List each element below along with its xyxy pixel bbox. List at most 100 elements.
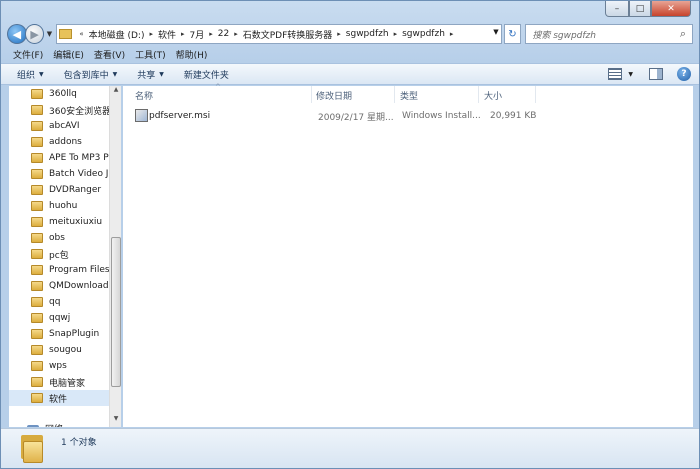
organize-label: 组织 xyxy=(17,70,36,81)
nav-folder-item[interactable]: obs xyxy=(31,230,111,246)
refresh-button[interactable]: ↻ xyxy=(503,24,522,44)
nav-folder-item[interactable]: qqwj xyxy=(31,310,111,326)
breadcrumb: « 本地磁盘 (D:) ▸ 软件 ▸ 7月 ▸ 22 ▸ 石数文PDF转换服务器… xyxy=(76,28,456,41)
nav-folder-item[interactable]: 电脑管家 xyxy=(31,374,111,390)
column-header: ^ 名称 修改日期 类型 大小 xyxy=(123,83,693,104)
search-input[interactable]: 搜索 sgwpdfzh ⌕ xyxy=(525,24,693,44)
folder-icon xyxy=(31,313,43,323)
nav-folder-item[interactable]: Batch Video Jo xyxy=(31,166,111,182)
menu-help[interactable]: 帮助(H) xyxy=(172,48,214,61)
chevron-right-icon[interactable]: ▸ xyxy=(146,30,156,38)
nav-folder-item[interactable]: huohu xyxy=(31,198,111,214)
nav-folder-item[interactable]: qq xyxy=(31,294,111,310)
nav-folder-item[interactable]: abcAVI xyxy=(31,118,111,134)
nav-folder-label: SnapPlugin xyxy=(49,329,100,339)
breadcrumb-item[interactable]: 石数文PDF转换服务器 xyxy=(241,28,335,41)
column-name[interactable]: 名称 xyxy=(135,89,153,102)
chevron-down-icon[interactable]: ▼ xyxy=(628,71,633,78)
nav-folder-item[interactable]: 360llq xyxy=(31,86,111,102)
chevron-right-icon[interactable]: ▸ xyxy=(206,30,216,38)
nav-folder-item[interactable]: addons xyxy=(31,134,111,150)
breadcrumb-item[interactable]: 22 xyxy=(216,29,231,39)
breadcrumb-item[interactable]: 7月 xyxy=(188,28,207,41)
file-row[interactable]: pdfserver.msi 2009/2/17 星期... Windows In… xyxy=(131,108,551,124)
maximize-button[interactable]: □ xyxy=(629,1,651,17)
nav-folder-item[interactable]: wps xyxy=(31,358,111,374)
preview-pane-icon[interactable] xyxy=(649,68,663,80)
menu-edit[interactable]: 编辑(E) xyxy=(49,48,90,61)
scroll-up-icon[interactable]: ▲ xyxy=(110,86,121,96)
include-in-library-button[interactable]: 包含到库中 ▼ xyxy=(64,68,118,81)
forward-button[interactable]: ▶ xyxy=(24,24,45,44)
close-button[interactable]: ✕ xyxy=(651,1,691,17)
explorer-window: – □ ✕ ◀ ▶ ▼ « 本地磁盘 (D:) ▸ 软件 ▸ 7月 ▸ 22 ▸… xyxy=(0,0,700,469)
folder-icon xyxy=(59,29,73,39)
column-divider[interactable] xyxy=(535,86,536,103)
breadcrumb-overflow[interactable]: « xyxy=(76,30,86,38)
nav-folder-item[interactable]: meituxiuxiu xyxy=(31,214,111,230)
address-bar[interactable]: « 本地磁盘 (D:) ▸ 软件 ▸ 7月 ▸ 22 ▸ 石数文PDF转换服务器… xyxy=(56,24,502,44)
search-icon[interactable]: ⌕ xyxy=(680,27,686,41)
chevron-right-icon[interactable]: ▸ xyxy=(231,30,241,38)
breadcrumb-item[interactable]: sgwpdfzh xyxy=(344,29,391,39)
change-view-icon[interactable] xyxy=(608,68,623,80)
installer-file-icon xyxy=(135,109,148,122)
nav-folder-item-selected[interactable]: 软件 xyxy=(9,390,109,406)
breadcrumb-item[interactable]: sgwpdfzh xyxy=(400,29,447,39)
nav-folder-item[interactable]: DVDRanger xyxy=(31,182,111,198)
column-divider[interactable] xyxy=(311,86,312,103)
folder-icon xyxy=(31,137,43,147)
nav-folder-label: DVDRanger xyxy=(49,185,102,195)
back-button[interactable]: ◀ xyxy=(7,24,27,44)
network-icon xyxy=(27,424,39,427)
nav-folder-label: addons xyxy=(49,137,82,147)
nav-folder-label: qqwj xyxy=(49,313,71,323)
nav-folder-label: 360llq xyxy=(49,89,77,99)
nav-folder-item[interactable]: pc包 xyxy=(31,246,111,262)
breadcrumb-item[interactable]: 本地磁盘 (D:) xyxy=(87,28,147,41)
nav-folder-label: sougou xyxy=(49,345,82,355)
folder-icon xyxy=(31,249,43,259)
menu-file[interactable]: 文件(F) xyxy=(9,48,49,61)
recent-pages-dropdown[interactable]: ▼ xyxy=(44,30,54,38)
nav-folder-label: Program Files xyxy=(49,265,110,275)
chevron-right-icon[interactable]: ▸ xyxy=(447,30,457,38)
navpane-scrollbar[interactable]: ▲ ▼ xyxy=(109,86,121,427)
search-placeholder: 搜索 sgwpdfzh xyxy=(532,30,596,41)
folder-icon xyxy=(31,265,43,275)
file-size: 20,991 KB xyxy=(490,111,537,121)
nav-folder-item[interactable]: SnapPlugin xyxy=(31,326,111,342)
nav-folder-label: 360安全浏览器 xyxy=(49,106,111,117)
nav-folder-item[interactable]: QMDownload xyxy=(31,278,111,294)
menu-tools[interactable]: 工具(T) xyxy=(131,48,172,61)
new-folder-button[interactable]: 新建文件夹 xyxy=(184,68,229,81)
nav-folder-item[interactable]: 360安全浏览器 xyxy=(31,102,111,118)
nav-folder-label: 电脑管家 xyxy=(49,378,86,389)
column-divider[interactable] xyxy=(478,86,479,103)
file-list: ^ 名称 修改日期 类型 大小 pdfserver.msi 2009/2/17 … xyxy=(123,83,693,427)
nav-folder-item[interactable]: APE To MP3 Pl xyxy=(31,150,111,166)
nav-folder-item[interactable]: sougou xyxy=(31,342,111,358)
nav-folder-item[interactable]: Program Files xyxy=(31,262,111,278)
nav-folder-label: wps xyxy=(49,361,67,371)
scroll-down-icon[interactable]: ▼ xyxy=(110,415,121,425)
chevron-right-icon[interactable]: ▸ xyxy=(391,30,401,38)
chevron-right-icon[interactable]: ▸ xyxy=(334,30,344,38)
organize-button[interactable]: 组织 ▼ xyxy=(17,68,44,81)
column-date[interactable]: 修改日期 xyxy=(316,89,352,102)
nav-network-item[interactable]: 网络 xyxy=(27,422,63,427)
chevron-right-icon[interactable]: ▸ xyxy=(178,30,188,38)
column-type[interactable]: 类型 xyxy=(400,89,418,102)
file-name: pdfserver.msi xyxy=(149,111,211,121)
menu-view[interactable]: 查看(V) xyxy=(90,48,131,61)
help-icon[interactable]: ? xyxy=(677,67,691,81)
column-size[interactable]: 大小 xyxy=(484,89,502,102)
scrollbar-thumb[interactable] xyxy=(111,237,121,387)
folder-icon xyxy=(31,121,43,131)
folder-icon xyxy=(31,297,43,307)
breadcrumb-item[interactable]: 软件 xyxy=(156,28,178,41)
share-button[interactable]: 共享 ▼ xyxy=(137,68,164,81)
chevron-down-icon[interactable]: ▼ xyxy=(493,28,498,36)
minimize-button[interactable]: – xyxy=(605,1,629,17)
column-divider[interactable] xyxy=(394,86,395,103)
